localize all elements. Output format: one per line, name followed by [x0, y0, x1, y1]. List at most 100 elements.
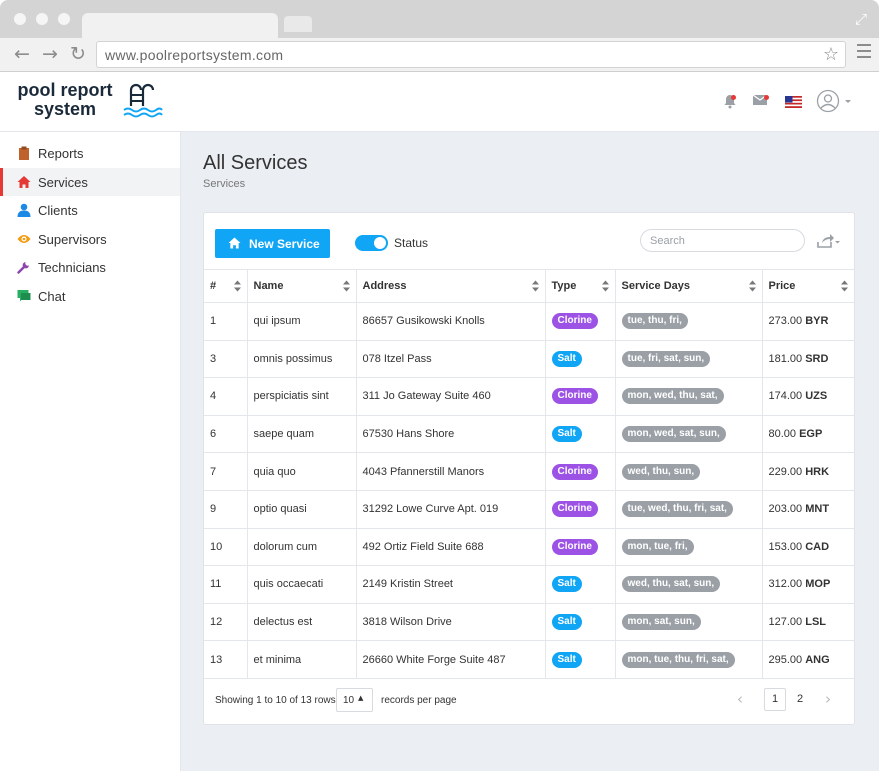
window-maximize-dot[interactable] [58, 13, 70, 25]
window-close-dot[interactable] [14, 13, 26, 25]
days-badge: mon, sat, sun, [621, 614, 701, 631]
price-value: 153.00 [768, 540, 803, 553]
days-badge: tue, wed, thu, fri, sat, [621, 501, 733, 518]
cell-price: 153.00 CAD [762, 528, 854, 567]
table-row[interactable]: 4 perspiciatis sint 311 Jo Gateway Suite… [204, 377, 854, 416]
price-value: 127.00 [768, 616, 803, 629]
prev-page-icon[interactable]: ‹ [737, 690, 743, 708]
cell-id: 13 [204, 640, 248, 679]
forward-arrow-icon[interactable]: → [42, 43, 58, 65]
cell-id: 10 [204, 528, 248, 567]
column-header-price[interactable]: Price [762, 269, 854, 303]
cell-days: mon, wed, thu, sat, [615, 377, 763, 416]
browser-toolbar: ← → ↻ www.poolreportsystem.com ☆ [0, 38, 879, 72]
main-content: All Services Services New Service Status… [181, 132, 879, 771]
cell-price: 203.00 MNT [762, 490, 854, 529]
next-page-icon[interactable]: › [825, 690, 831, 708]
currency-code: SRD [805, 352, 829, 365]
sidebar-item-technicians[interactable]: Technicians [0, 253, 180, 281]
sidebar-item-label: Reports [38, 146, 84, 161]
breadcrumb[interactable]: Services [203, 178, 245, 190]
status-toggle[interactable] [355, 235, 388, 251]
fullscreen-icon[interactable]: ⤢ [855, 10, 867, 28]
pagination-info: Showing 1 to 10 of 13 rows [215, 695, 336, 706]
days-badge: mon, wed, thu, sat, [621, 388, 724, 405]
cell-address: 2149 Kristin Street [356, 565, 546, 604]
sidebar-item-services[interactable]: Services [0, 168, 180, 196]
sidebar-item-chat[interactable]: Chat [0, 282, 180, 310]
days-badge: mon, tue, thu, fri, sat, [621, 651, 735, 668]
type-badge: Clorine [551, 388, 598, 405]
cell-id: 12 [204, 603, 248, 642]
logo[interactable]: pool report system [15, 81, 115, 119]
currency-code: EGP [799, 428, 823, 441]
column-header-service-days[interactable]: Service Days [615, 269, 763, 303]
price-value: 181.00 [768, 352, 803, 365]
browser-new-tab[interactable] [284, 16, 312, 32]
new-service-button[interactable]: New Service [215, 229, 330, 258]
new-service-label: New Service [249, 237, 320, 251]
bookmark-star-icon[interactable]: ☆ [823, 44, 839, 65]
sort-icon [531, 280, 539, 292]
cell-days: mon, sat, sun, [615, 603, 763, 642]
cell-address: 86657 Gusikowski Knolls [356, 302, 546, 341]
cell-id: 3 [204, 340, 248, 379]
sidebar-item-reports[interactable]: Reports [0, 139, 180, 167]
browser-tab-active[interactable] [82, 13, 278, 39]
back-arrow-icon[interactable]: ← [14, 43, 30, 65]
days-badge: wed, thu, sun, [621, 463, 701, 480]
cell-id: 11 [204, 565, 248, 604]
us-flag-icon[interactable] [785, 96, 802, 108]
cell-address: 3818 Wilson Drive [356, 603, 546, 642]
cell-id: 6 [204, 415, 248, 454]
per-page-select[interactable]: 10 ▲ [336, 688, 373, 712]
table-row[interactable]: 1 qui ipsum 86657 Gusikowski Knolls Clor… [204, 302, 854, 341]
sidebar-item-supervisors[interactable]: Supervisors [0, 225, 180, 253]
reload-icon[interactable]: ↻ [70, 43, 86, 65]
pool-ladder-icon [123, 83, 163, 118]
window-minimize-dot[interactable] [36, 13, 48, 25]
cell-type: Salt [545, 565, 616, 604]
column-label: Address [362, 280, 407, 292]
cell-address: 31292 Lowe Curve Apt. 019 [356, 490, 546, 529]
table-row[interactable]: 9 optio quasi 31292 Lowe Curve Apt. 019 … [204, 490, 854, 529]
notification-dot [731, 95, 736, 100]
column-header-id[interactable]: # [204, 269, 248, 303]
column-header-address[interactable]: Address [356, 269, 546, 303]
cell-name: saepe quam [247, 415, 357, 454]
column-label: Name [253, 280, 284, 292]
sort-icon [233, 280, 241, 292]
table-row[interactable]: 12 delectus est 3818 Wilson Drive Salt m… [204, 603, 854, 642]
table-row[interactable]: 6 saepe quam 67530 Hans Shore Salt mon, … [204, 415, 854, 454]
sidebar: Reports Services Clients Supervisors Tec… [0, 132, 181, 771]
table-row[interactable]: 10 dolorum cum 492 Ortiz Field Suite 688… [204, 528, 854, 567]
days-badge: mon, tue, fri, [621, 538, 694, 555]
browser-menu-icon[interactable] [857, 44, 871, 62]
table-row[interactable]: 11 quis occaecati 2149 Kristin Street Sa… [204, 565, 854, 604]
table-row[interactable]: 3 omnis possimus 078 Itzel Pass Salt tue… [204, 340, 854, 379]
services-table: # Name Address Type Service Days Price 1… [204, 269, 854, 679]
page-button-2[interactable]: 2 [793, 688, 807, 711]
search-input[interactable] [640, 229, 805, 252]
cell-id: 7 [204, 452, 248, 491]
cell-address: 4043 Pfannerstill Manors [356, 452, 546, 491]
home-icon [17, 176, 31, 188]
user-avatar-icon[interactable] [816, 89, 854, 113]
page-button-1[interactable]: 1 [764, 688, 786, 711]
table-row[interactable]: 7 quia quo 4043 Pfannerstill Manors Clor… [204, 452, 854, 491]
cell-type: Clorine [545, 452, 616, 491]
export-icon[interactable] [816, 233, 840, 249]
services-card: New Service Status # Name Address Type S… [203, 212, 855, 725]
column-header-name[interactable]: Name [247, 269, 357, 303]
cell-name: perspiciatis sint [247, 377, 357, 416]
per-page-label: records per page [381, 695, 457, 706]
type-badge: Salt [551, 350, 582, 367]
clipboard-icon [19, 146, 29, 160]
sort-icon [601, 280, 609, 292]
cell-name: dolorum cum [247, 528, 357, 567]
days-badge: tue, fri, sat, sun, [621, 350, 711, 367]
table-row[interactable]: 13 et minima 26660 White Forge Suite 487… [204, 640, 854, 679]
column-header-type[interactable]: Type [545, 269, 616, 303]
address-bar[interactable]: www.poolreportsystem.com ☆ [96, 41, 846, 68]
sidebar-item-clients[interactable]: Clients [0, 196, 180, 224]
